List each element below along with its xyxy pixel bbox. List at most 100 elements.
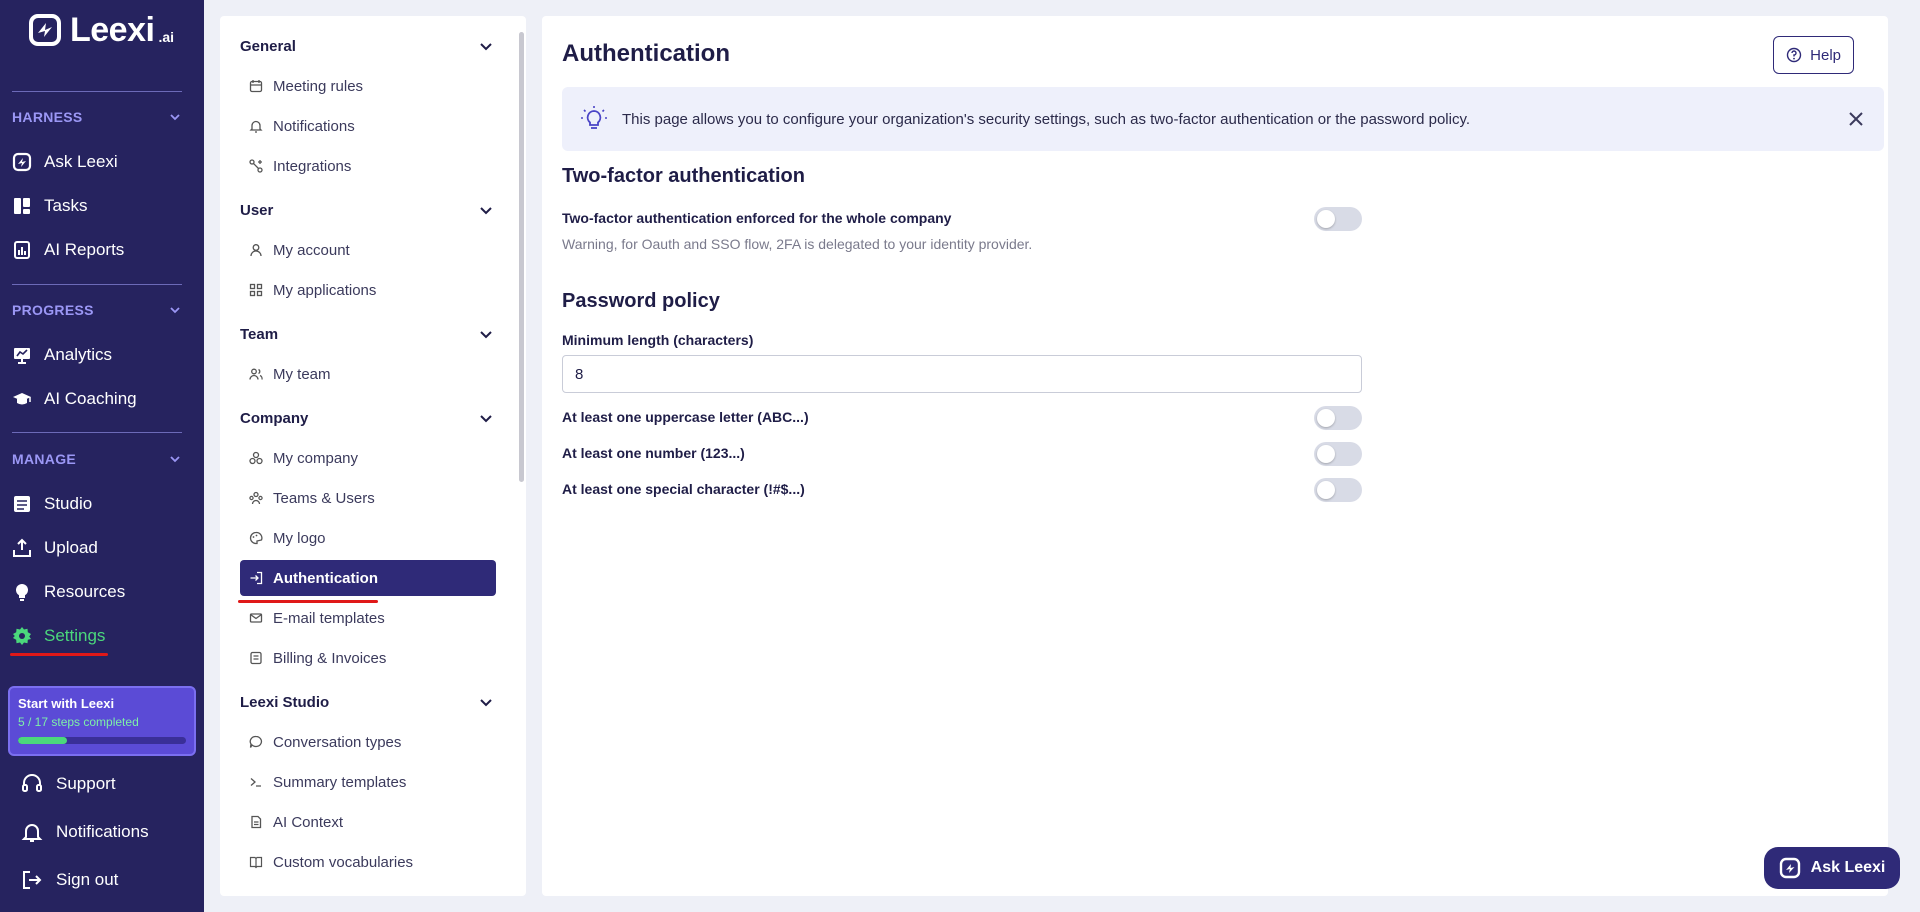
- leexi-logo-icon: [29, 14, 61, 46]
- close-icon[interactable]: [1846, 109, 1866, 129]
- menu-item-my-team[interactable]: My team: [240, 356, 496, 392]
- chevron-down-icon: [480, 331, 492, 339]
- reports-icon: [14, 241, 30, 259]
- menu-group-label: Company: [240, 409, 309, 427]
- menu-item-authentication[interactable]: Authentication: [240, 560, 496, 596]
- menu-group-general[interactable]: General: [240, 34, 494, 58]
- help-button[interactable]: Help: [1773, 36, 1854, 74]
- nav-item-ai-reports[interactable]: AI Reports: [12, 233, 192, 267]
- number-label: At least one number (123...): [562, 445, 745, 461]
- nav-item-analytics[interactable]: Analytics: [12, 338, 192, 372]
- gear-icon: [13, 627, 31, 645]
- nav-item-tasks[interactable]: Tasks: [12, 189, 192, 223]
- analytics-icon: [14, 348, 30, 364]
- nav-section-progress[interactable]: PROGRESS: [12, 298, 182, 322]
- nav-item-label: Tasks: [44, 196, 88, 215]
- menu-group-label: Leexi Studio: [240, 693, 330, 711]
- nav-item-label: Settings: [44, 626, 106, 645]
- ask-leexi-label: Ask Leexi: [1810, 859, 1886, 876]
- chat-icon: [249, 735, 263, 748]
- menu-item-label: Authentication: [273, 569, 378, 587]
- menu-item-email-templates[interactable]: E-mail templates: [240, 600, 496, 636]
- chevron-down-icon: [480, 415, 492, 423]
- nav-item-label: AI Coaching: [44, 389, 137, 408]
- user-icon: [250, 244, 262, 257]
- tasks-icon: [14, 198, 30, 214]
- menu-item-my-company[interactable]: My company: [240, 440, 496, 476]
- nav-section-harness[interactable]: HARNESS: [12, 105, 182, 129]
- menu-item-notifications[interactable]: Notifications: [240, 108, 496, 144]
- nav-item-resources[interactable]: Resources: [12, 575, 192, 609]
- toggle-knob: [1317, 409, 1335, 427]
- menu-item-label: Teams & Users: [273, 489, 375, 507]
- sign-out-button[interactable]: Sign out: [20, 862, 118, 898]
- menu-item-label: AI Context: [273, 813, 344, 831]
- onboarding-card[interactable]: Start with Leexi 5 / 17 steps completed: [8, 686, 196, 756]
- menu-group-team[interactable]: Team: [240, 322, 494, 346]
- number-toggle[interactable]: [1314, 442, 1362, 466]
- nav-item-label: Resources: [44, 582, 126, 601]
- main-nav: Leexi .ai HARNESS Ask Leexi Tasks AI Rep…: [0, 0, 204, 912]
- help-icon: [1786, 47, 1802, 63]
- menu-group-leexi-studio[interactable]: Leexi Studio: [240, 690, 494, 714]
- menu-item-label: My team: [273, 365, 331, 383]
- menu-item-ai-context[interactable]: AI Context: [240, 804, 496, 840]
- menu-item-billing-invoices[interactable]: Billing & Invoices: [240, 640, 496, 676]
- nav-item-label: AI Reports: [44, 240, 125, 259]
- menu-item-label: Summary templates: [273, 773, 407, 791]
- menu-item-label: Meeting rules: [273, 77, 364, 95]
- nav-item-studio[interactable]: Studio: [12, 487, 192, 521]
- menu-item-summary-templates[interactable]: Summary templates: [240, 764, 496, 800]
- menu-scrollbar-thumb[interactable]: [519, 32, 524, 482]
- support-button[interactable]: Support: [20, 766, 116, 802]
- twofa-enforce-label: Two-factor authentication enforced for t…: [562, 210, 952, 226]
- menu-scrollbar[interactable]: [519, 22, 524, 892]
- nav-item-label: Ask Leexi: [44, 152, 118, 171]
- twofa-warning: Warning, for Oauth and SSO flow, 2FA is …: [562, 236, 1033, 252]
- menu-item-label: My logo: [273, 529, 326, 547]
- leexi-logo[interactable]: Leexi .ai: [28, 10, 174, 50]
- palette-icon: [249, 531, 263, 545]
- menu-group-user[interactable]: User: [240, 198, 494, 222]
- notifications-button[interactable]: Notifications: [20, 814, 149, 850]
- uppercase-toggle[interactable]: [1314, 406, 1362, 430]
- book-icon: [249, 856, 263, 869]
- nav-item-upload[interactable]: Upload: [12, 531, 192, 565]
- chevron-down-icon: [170, 114, 180, 121]
- nav-section-manage[interactable]: MANAGE: [12, 447, 182, 471]
- ask-leexi-button[interactable]: Ask Leexi: [1764, 847, 1900, 889]
- chevron-down-icon: [480, 207, 492, 215]
- menu-group-label: Team: [240, 325, 279, 343]
- twofa-heading: Two-factor authentication: [562, 165, 805, 187]
- brand-suffix: .ai: [158, 29, 175, 45]
- menu-item-my-account[interactable]: My account: [240, 232, 496, 268]
- nav-item-label: Studio: [44, 494, 93, 513]
- document-icon: [251, 815, 262, 829]
- invoice-icon: [250, 651, 262, 665]
- headset-icon: [22, 774, 42, 792]
- min-length-input[interactable]: [562, 355, 1362, 393]
- nav-item-ask-leexi[interactable]: Ask Leexi: [12, 145, 192, 179]
- special-char-toggle[interactable]: [1314, 478, 1362, 502]
- menu-item-meeting-rules[interactable]: Meeting rules: [240, 68, 496, 104]
- menu-group-company[interactable]: Company: [240, 406, 494, 430]
- min-length-label: Minimum length (characters): [562, 332, 754, 348]
- menu-item-custom-vocabularies[interactable]: Custom vocabularies: [240, 844, 496, 880]
- twofa-enforce-toggle[interactable]: [1314, 207, 1362, 231]
- menu-item-conversation-types[interactable]: Conversation types: [240, 724, 496, 760]
- menu-item-teams-users[interactable]: Teams & Users: [240, 480, 496, 516]
- menu-item-my-logo[interactable]: My logo: [240, 520, 496, 556]
- nav-item-settings[interactable]: Settings: [12, 619, 192, 653]
- bell-icon: [249, 120, 263, 133]
- main-panel: Authentication Help This page allows you…: [542, 16, 1888, 896]
- nav-section-label: HARNESS: [12, 109, 83, 125]
- menu-item-my-applications[interactable]: My applications: [240, 272, 496, 308]
- menu-item-label: My applications: [273, 281, 377, 299]
- special-char-label: At least one special character (!#$...): [562, 481, 805, 497]
- nav-item-ai-coaching[interactable]: AI Coaching: [12, 382, 192, 416]
- bulb-icon: [16, 584, 28, 601]
- chevron-down-icon: [480, 43, 492, 51]
- menu-group-label: User: [240, 201, 274, 219]
- upload-icon: [13, 538, 31, 557]
- menu-item-integrations[interactable]: Integrations: [240, 148, 496, 184]
